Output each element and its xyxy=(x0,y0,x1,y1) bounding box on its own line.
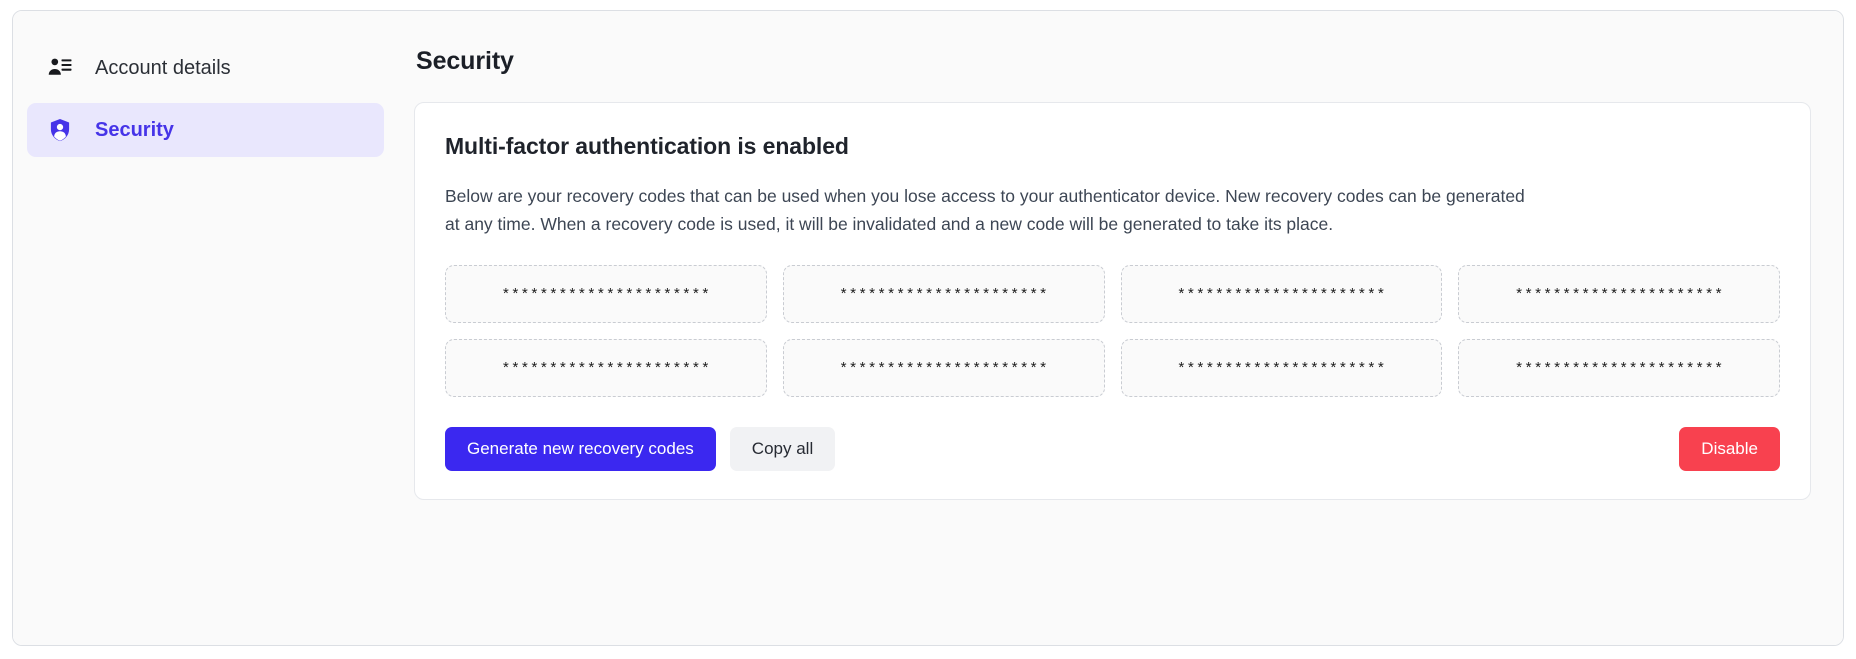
sidebar-item-label: Security xyxy=(95,118,174,141)
recovery-code-box[interactable]: ********************** xyxy=(1120,338,1443,397)
main-content: Security Multi-factor authentication is … xyxy=(398,11,1843,645)
mfa-card-description: Below are your recovery codes that can b… xyxy=(445,186,1525,235)
account-details-icon xyxy=(47,55,73,81)
sidebar-item-security[interactable]: Security xyxy=(27,103,384,157)
recovery-codes-grid: ********************** *****************… xyxy=(445,264,1780,397)
card-actions: Generate new recovery codes Copy all Dis… xyxy=(445,426,1780,471)
shield-user-icon xyxy=(47,117,73,143)
recovery-code-value: ********************** xyxy=(1176,287,1386,305)
recovery-code-value: ********************** xyxy=(1514,361,1724,379)
mfa-card-title: Multi-factor authentication is enabled xyxy=(445,133,849,159)
page-title: Security xyxy=(416,47,514,75)
recovery-code-box[interactable]: ********************** xyxy=(445,338,767,397)
recovery-code-value: ********************** xyxy=(501,287,711,305)
recovery-code-box[interactable]: ********************** xyxy=(1120,264,1443,323)
copy-all-button[interactable]: Copy all xyxy=(729,426,836,471)
sidebar: Account details Security xyxy=(13,11,398,645)
recovery-code-value: ********************** xyxy=(839,361,1049,379)
recovery-code-box[interactable]: ********************** xyxy=(445,264,767,323)
recovery-code-box[interactable]: ********************** xyxy=(1458,338,1780,397)
recovery-code-value: ********************** xyxy=(1514,287,1724,305)
generate-new-recovery-codes-button[interactable]: Generate new recovery codes xyxy=(445,426,716,471)
recovery-code-value: ********************** xyxy=(1176,361,1386,379)
disable-mfa-button[interactable]: Disable xyxy=(1679,426,1780,471)
recovery-code-box[interactable]: ********************** xyxy=(782,338,1105,397)
mfa-card: Multi-factor authentication is enabled B… xyxy=(414,102,1811,500)
sidebar-item-account-details[interactable]: Account details xyxy=(27,41,384,95)
recovery-code-value: ********************** xyxy=(501,361,711,379)
app-window: Account details Security Security Multi-… xyxy=(12,10,1844,646)
recovery-code-value: ********************** xyxy=(839,287,1049,305)
recovery-code-box[interactable]: ********************** xyxy=(782,264,1105,323)
sidebar-item-label: Account details xyxy=(95,56,231,79)
recovery-code-box[interactable]: ********************** xyxy=(1458,264,1780,323)
